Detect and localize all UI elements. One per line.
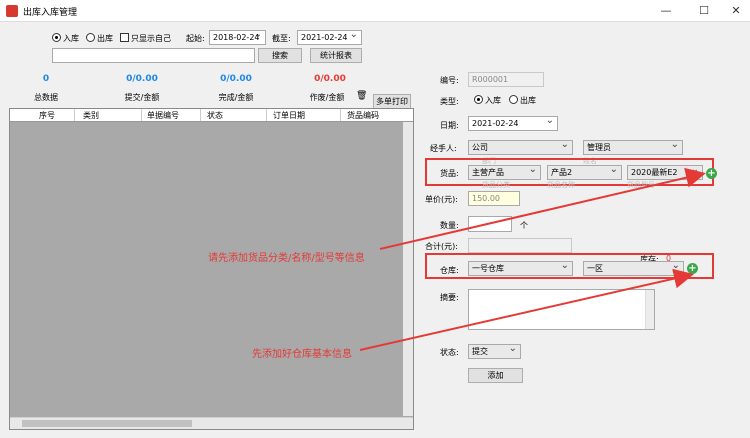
goods-arrow bbox=[379, 167, 706, 250]
warehouse-arrow bbox=[359, 268, 694, 351]
annotation-arrows bbox=[359, 167, 706, 351]
